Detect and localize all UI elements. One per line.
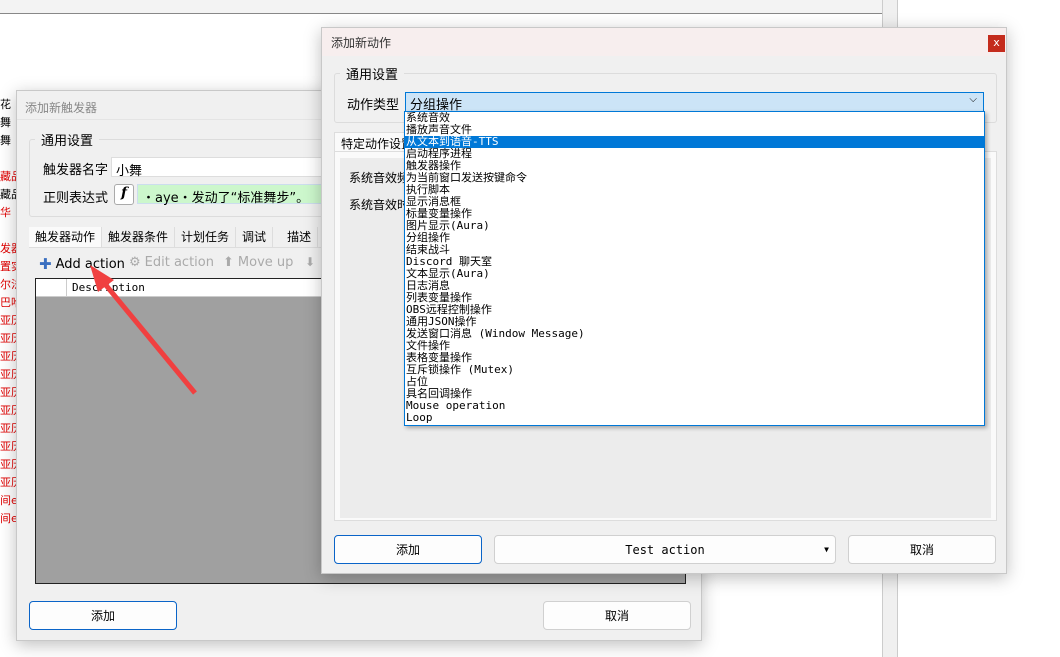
title-bar [322,28,1006,56]
dropdown-option[interactable]: Loop [405,412,984,424]
dropdown-option[interactable]: 占位 [405,376,984,388]
action-type-select[interactable]: 分组操作 ⌵ [405,92,984,113]
dropdown-option[interactable]: 文本显示(Aura) [405,268,984,280]
dialog-title: 添加新动作 [331,36,392,50]
close-button[interactable]: x [988,35,1005,52]
dropdown-option[interactable]: 显示消息框 [405,196,984,208]
field-label: 系统音效时 [349,198,410,212]
dropdown-option[interactable]: 标量变量操作 [405,208,984,220]
action-type-dropdown-list[interactable]: 系统音效 播放声音文件 从文本到语音-TTS 启动程序进程 触发器操作 为当前窗口发送按键… [404,111,985,426]
dropdown-option[interactable]: 发送窗口消息 (Window Message) [405,328,984,340]
dropdown-option[interactable]: Mouse operation [405,400,984,412]
dropdown-option[interactable]: OBS远程控制操作 [405,304,984,316]
dropdown-option[interactable]: 执行脚本 [405,184,984,196]
dropdown-option[interactable]: 启动程序进程 [405,148,984,160]
dropdown-option[interactable]: Discord 聊天室 [405,256,984,268]
group-label: 通用设置 [340,64,405,83]
dropdown-option[interactable]: 文件操作 [405,340,984,352]
dropdown-arrow-icon[interactable]: ▼ [824,545,829,554]
dropdown-option[interactable]: 分组操作 [405,232,984,244]
dropdown-option[interactable]: 系统音效 [405,112,984,124]
dropdown-option[interactable]: 具名回调操作 [405,388,984,400]
chevron-down-icon: ⌵ [969,94,977,105]
test-action-button[interactable]: Test action ▼ [494,535,836,564]
field-label: 系统音效频 [349,171,410,185]
test-action-label: Test action [625,542,705,557]
dropdown-option[interactable]: 触发器操作 [405,160,984,172]
dropdown-option[interactable]: 为当前窗口发送按键命令 [405,172,984,184]
add-button[interactable]: 添加 [334,535,482,564]
dropdown-option[interactable]: 图片显示(Aura) [405,220,984,232]
dropdown-option[interactable]: 结束战斗 [405,244,984,256]
cancel-button[interactable]: 取消 [848,535,996,564]
dropdown-option[interactable]: 日志消息 [405,280,984,292]
dropdown-option[interactable]: 列表变量操作 [405,292,984,304]
dropdown-option[interactable]: 通用JSON操作 [405,316,984,328]
dropdown-option[interactable]: 从文本到语音-TTS [405,136,984,148]
action-type-label: 动作类型 [347,98,400,113]
dropdown-option[interactable]: 表格变量操作 [405,352,984,364]
dropdown-option[interactable]: 互斥锁操作 (Mutex) [405,364,984,376]
dropdown-option[interactable]: 播放声音文件 [405,124,984,136]
